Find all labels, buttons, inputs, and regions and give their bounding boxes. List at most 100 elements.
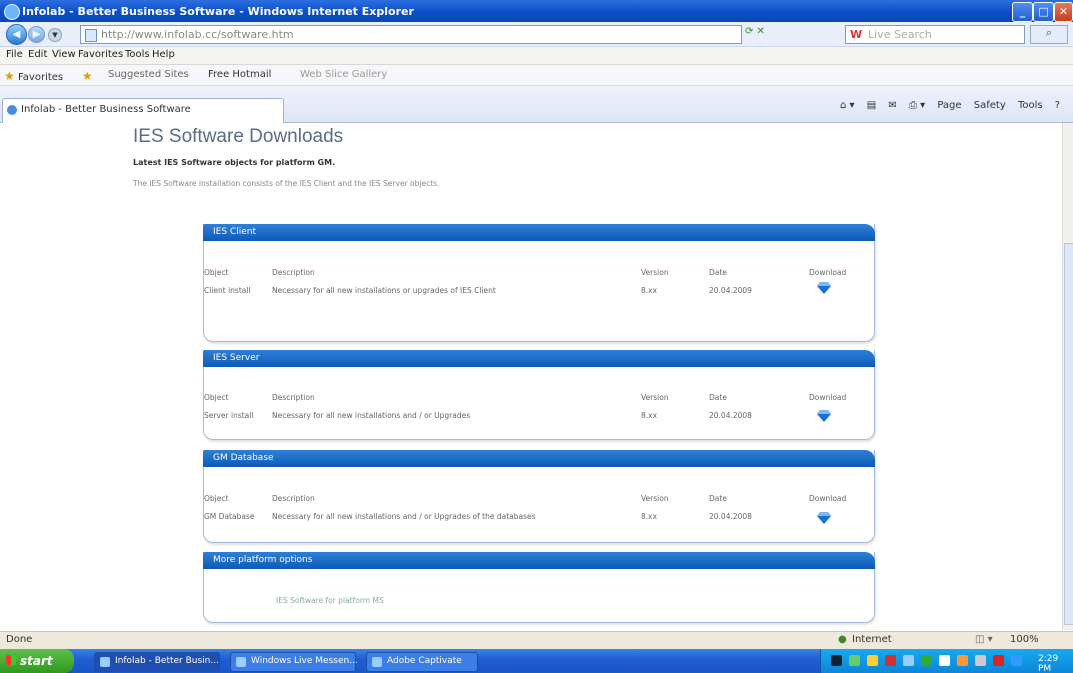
window-title-bar: Infolab - Better Business Software - Win… xyxy=(0,0,1073,22)
row-version: 8.xx xyxy=(641,411,658,420)
page-subheading: Latest IES Software objects for platform… xyxy=(133,158,336,167)
system-tray: 2:29 PM xyxy=(820,649,1073,673)
safety-menu[interactable]: Safety xyxy=(974,100,1006,111)
download-icon[interactable] xyxy=(817,511,831,525)
status-bar: Done ● Internet ◫ ▾ 100% xyxy=(0,631,1073,649)
tray-icon[interactable] xyxy=(903,655,914,666)
address-bar[interactable]: http://www.infolab.cc/software.htm xyxy=(80,25,742,44)
taskbar: start Infolab - Better Busin... Windows … xyxy=(0,649,1073,673)
panel-more-platform-options: More platform options IES Software for p… xyxy=(203,552,875,623)
col-date: Date xyxy=(709,494,727,503)
tray-icon[interactable] xyxy=(849,655,860,666)
taskbar-item-captivate[interactable]: Adobe Captivate xyxy=(366,652,478,672)
add-favorite-icon[interactable]: ★ xyxy=(82,69,93,83)
search-icon[interactable]: ⌕ xyxy=(1030,25,1068,44)
feeds-icon[interactable]: ▤ xyxy=(867,100,876,111)
panel-header: GM Database xyxy=(203,450,875,467)
maximize-button[interactable]: □ xyxy=(1033,2,1054,22)
address-url: http://www.infolab.cc/software.htm xyxy=(101,28,294,41)
vertical-scrollbar[interactable] xyxy=(1062,123,1073,630)
tab-infolab[interactable]: Infolab - Better Business Software xyxy=(2,98,284,123)
taskbar-item-label: Windows Live Messen... xyxy=(251,656,358,666)
col-download: Download xyxy=(809,393,847,402)
menu-file[interactable]: File xyxy=(6,49,23,60)
tab-row: Infolab - Better Business Software ⌂ ▾ ▤… xyxy=(0,86,1073,123)
col-version: Version xyxy=(641,494,669,503)
tray-icon[interactable] xyxy=(885,655,896,666)
print-icon[interactable]: ⎙ ▾ xyxy=(909,100,925,111)
tools-menu[interactable]: Tools xyxy=(1018,100,1043,111)
row-description: Necessary for all new installations and … xyxy=(272,512,536,521)
col-date: Date xyxy=(709,268,727,277)
taskbar-item-messenger[interactable]: Windows Live Messen... xyxy=(230,652,358,672)
forward-button[interactable]: ▶ xyxy=(28,26,45,43)
tray-icon[interactable] xyxy=(921,655,932,666)
col-version: Version xyxy=(641,268,669,277)
tray-icon[interactable] xyxy=(867,655,878,666)
row-object: Server install xyxy=(204,411,254,420)
menu-tools[interactable]: Tools xyxy=(125,49,150,60)
menu-help[interactable]: Help xyxy=(152,49,175,60)
panel-header: More platform options xyxy=(203,552,875,569)
col-version: Version xyxy=(641,393,669,402)
row-version: 8.xx xyxy=(641,512,658,521)
taskbar-item-label: Infolab - Better Busin... xyxy=(115,656,219,666)
close-button[interactable]: ✕ xyxy=(1054,2,1073,22)
minimize-button[interactable]: _ xyxy=(1012,2,1033,22)
taskbar-item-ie[interactable]: Infolab - Better Busin... xyxy=(94,652,220,672)
fav-free-hotmail[interactable]: Free Hotmail xyxy=(208,69,271,80)
row-description: Necessary for all new installations and … xyxy=(272,411,471,420)
menu-edit[interactable]: Edit xyxy=(28,49,47,60)
platform-ms-link[interactable]: IES Software for platform MS xyxy=(276,596,384,605)
back-button[interactable]: ◀ xyxy=(6,24,27,45)
row-version: 8.xx xyxy=(641,286,658,295)
recent-pages-button[interactable]: ▼ xyxy=(48,28,62,42)
download-icon[interactable] xyxy=(817,409,831,423)
panel-header-text: More platform options xyxy=(213,555,313,565)
tray-icon[interactable] xyxy=(993,655,1004,666)
favorites-bar: ★ Favorites ★ Suggested Sites Free Hotma… xyxy=(0,65,1073,86)
globe-icon: ● xyxy=(838,634,847,645)
ie-icon xyxy=(100,657,110,667)
page-intro: The IES Software installation consists o… xyxy=(133,179,440,188)
scrollbar-thumb[interactable] xyxy=(1064,243,1073,625)
row-object: Client install xyxy=(204,286,251,295)
home-icon[interactable]: ⌂ ▾ xyxy=(840,100,855,111)
tray-icon[interactable] xyxy=(975,655,986,666)
help-icon[interactable]: ? xyxy=(1055,100,1060,111)
favorites-button[interactable]: ★ Favorites xyxy=(4,69,63,83)
panel-header: IES Server xyxy=(203,350,875,367)
search-input[interactable]: W Live Search xyxy=(845,25,1025,44)
download-icon[interactable] xyxy=(817,281,831,295)
col-object: Object xyxy=(204,494,229,503)
col-description: Description xyxy=(272,268,315,277)
star-icon: ★ xyxy=(4,69,15,83)
page-title: IES Software Downloads xyxy=(133,126,344,147)
zone-text: Internet xyxy=(852,634,892,645)
col-download: Download xyxy=(809,494,847,503)
panel-gm-database: GM Database Object Description Version D… xyxy=(203,450,875,543)
tray-icon[interactable] xyxy=(831,655,842,666)
page-menu[interactable]: Page xyxy=(937,100,961,111)
clock[interactable]: 2:29 PM xyxy=(1038,654,1073,673)
start-label: start xyxy=(20,654,53,668)
tray-icon[interactable] xyxy=(939,655,950,666)
row-description: Necessary for all new installations or u… xyxy=(272,286,496,295)
fav-web-slice-gallery[interactable]: Web Slice Gallery xyxy=(300,69,387,80)
tray-icon[interactable] xyxy=(957,655,968,666)
panel-ies-client: IES Client Object Description Version Da… xyxy=(203,224,875,342)
start-button[interactable]: start xyxy=(0,649,74,673)
menu-view[interactable]: View xyxy=(52,49,76,60)
fav-suggested-sites[interactable]: Suggested Sites xyxy=(108,69,189,80)
tray-icon[interactable] xyxy=(1011,655,1022,666)
col-description: Description xyxy=(272,393,315,402)
ie-icon xyxy=(4,4,20,20)
zoom-level[interactable]: 100% xyxy=(1010,634,1039,645)
captivate-icon xyxy=(372,657,382,667)
panel-header-text: GM Database xyxy=(213,453,274,463)
search-placeholder: Live Search xyxy=(868,28,932,41)
refresh-stop-icons[interactable]: ⟳ ✕ xyxy=(745,26,765,37)
menu-favorites[interactable]: Favorites xyxy=(78,49,123,60)
protected-mode-icon[interactable]: ◫ ▾ xyxy=(975,634,993,645)
mail-icon[interactable]: ✉ xyxy=(888,100,896,111)
